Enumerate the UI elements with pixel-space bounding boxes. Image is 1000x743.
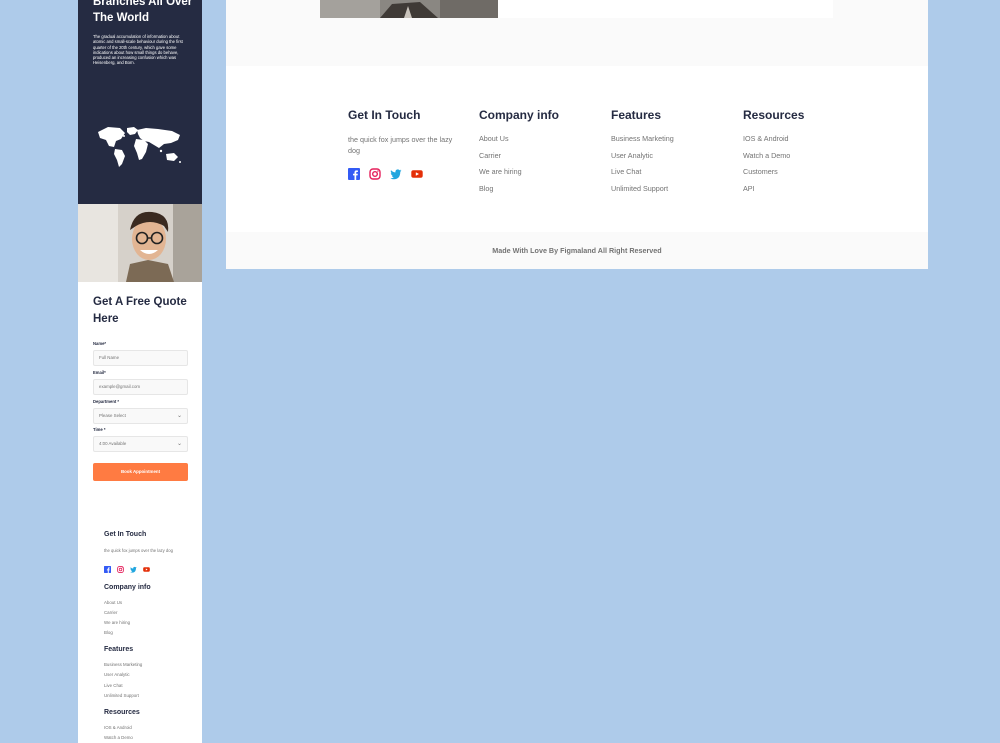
mobile-person-photo xyxy=(78,204,202,282)
mobile-footer-touch-text: the quick fox jumps over the lazy dog xyxy=(104,548,173,553)
facebook-icon[interactable] xyxy=(348,168,360,180)
desktop-top-card xyxy=(498,0,833,18)
facebook-icon[interactable] xyxy=(104,566,111,573)
footer-company-title: Company info xyxy=(479,108,559,122)
time-label: Time * xyxy=(93,427,106,432)
twitter-icon[interactable] xyxy=(130,566,137,573)
footer-touch-title: Get In Touch xyxy=(348,108,421,122)
footer-link-carrier[interactable]: Carrier xyxy=(479,151,559,168)
mobile-footer-link-blog[interactable]: Blog xyxy=(104,630,113,635)
footer-link-live-chat[interactable]: Live Chat xyxy=(611,167,674,184)
footer-link-api[interactable]: API xyxy=(743,184,804,201)
chevron-down-icon: ⌄ xyxy=(176,413,182,419)
desktop-footer: Get In Touch the quick fox jumps over th… xyxy=(226,66,928,232)
footer-col-resources: Resources IOS & Android Watch a Demo Cus… xyxy=(743,108,804,200)
youtube-icon[interactable] xyxy=(143,566,150,573)
footer-link-about-us[interactable]: About Us xyxy=(479,134,559,151)
footer-social-links xyxy=(348,168,458,180)
footer-link-customers[interactable]: Customers xyxy=(743,167,804,184)
quote-title: Get A Free Quote Here xyxy=(93,296,187,325)
book-appointment-button[interactable]: Book Appointment xyxy=(93,463,188,481)
department-select[interactable]: Please Select ⌄ xyxy=(93,408,188,424)
email-label: Email* xyxy=(93,370,106,375)
desktop-copyright-bar: Made With Love By Figmaland All Right Re… xyxy=(226,232,928,269)
mobile-hero-title: Branches All Over The World xyxy=(93,0,193,24)
desktop-preview: Get In Touch the quick fox jumps over th… xyxy=(226,0,928,269)
footer-link-ios-android[interactable]: IOS & Android xyxy=(743,134,804,151)
footer-col-company-info: Company info About Us Carrier We are hir… xyxy=(479,108,559,200)
mobile-footer-company-title: Company info xyxy=(104,584,151,591)
copyright-text: Made With Love By Figmaland All Right Re… xyxy=(492,246,662,255)
chevron-down-icon: ⌄ xyxy=(176,441,182,447)
mobile-footer-link-live-chat[interactable]: Live Chat xyxy=(104,683,123,688)
department-label: Department * xyxy=(93,399,120,404)
mobile-hero-text: The gradual accumulation of information … xyxy=(93,34,183,66)
mobile-footer-touch-title: Get In Touch xyxy=(104,531,147,538)
email-input[interactable]: example@gmail.com xyxy=(93,379,188,395)
footer-link-user-analytic[interactable]: User Analytic xyxy=(611,151,674,168)
mobile-footer-link-ios-android[interactable]: IOS & Android xyxy=(104,725,132,730)
mobile-footer-features-title: Features xyxy=(104,646,134,653)
mobile-hero: Branches All Over The World The gradual … xyxy=(78,0,202,204)
time-select[interactable]: 4:00 Available ⌄ xyxy=(93,436,188,452)
footer-resources-title: Resources xyxy=(743,108,805,122)
mobile-footer-link-watch-demo[interactable]: Watch a Demo xyxy=(104,735,133,740)
twitter-icon[interactable] xyxy=(390,168,402,180)
mobile-footer-resources-title: Resources xyxy=(104,709,140,716)
mobile-footer-link-hiring[interactable]: We are hiring xyxy=(104,620,130,625)
mobile-footer-link-about-us[interactable]: About Us xyxy=(104,600,122,605)
mobile-preview: Branches All Over The World The gradual … xyxy=(78,0,202,743)
footer-link-hiring[interactable]: We are hiring xyxy=(479,167,559,184)
footer-col-get-in-touch: Get In Touch the quick fox jumps over th… xyxy=(348,108,458,180)
footer-link-blog[interactable]: Blog xyxy=(479,184,559,201)
world-map-icon xyxy=(98,127,181,167)
mobile-footer-link-business-marketing[interactable]: Business Marketing xyxy=(104,662,142,667)
mobile-footer-link-unlimited-support[interactable]: Unlimited Support xyxy=(104,693,139,698)
footer-touch-text: the quick fox jumps over the lazy dog xyxy=(348,135,453,155)
instagram-icon[interactable] xyxy=(117,566,124,573)
time-value: 4:00 Available xyxy=(99,441,127,446)
footer-link-business-marketing[interactable]: Business Marketing xyxy=(611,134,674,151)
footer-link-watch-demo[interactable]: Watch a Demo xyxy=(743,151,804,168)
instagram-icon[interactable] xyxy=(369,168,381,180)
mobile-footer-link-carrier[interactable]: Carrier xyxy=(104,610,117,615)
department-value: Please Select xyxy=(99,413,126,418)
footer-link-unlimited-support[interactable]: Unlimited Support xyxy=(611,184,674,201)
name-label: Name* xyxy=(93,341,107,346)
youtube-icon[interactable] xyxy=(411,168,423,180)
mobile-footer-link-user-analytic[interactable]: User Analytic xyxy=(104,672,130,677)
footer-col-features: Features Business Marketing User Analyti… xyxy=(611,108,674,200)
footer-features-title: Features xyxy=(611,108,662,122)
desktop-top-photo xyxy=(320,0,498,18)
name-input[interactable]: Full Name xyxy=(93,350,188,366)
mobile-social-links xyxy=(104,566,150,573)
